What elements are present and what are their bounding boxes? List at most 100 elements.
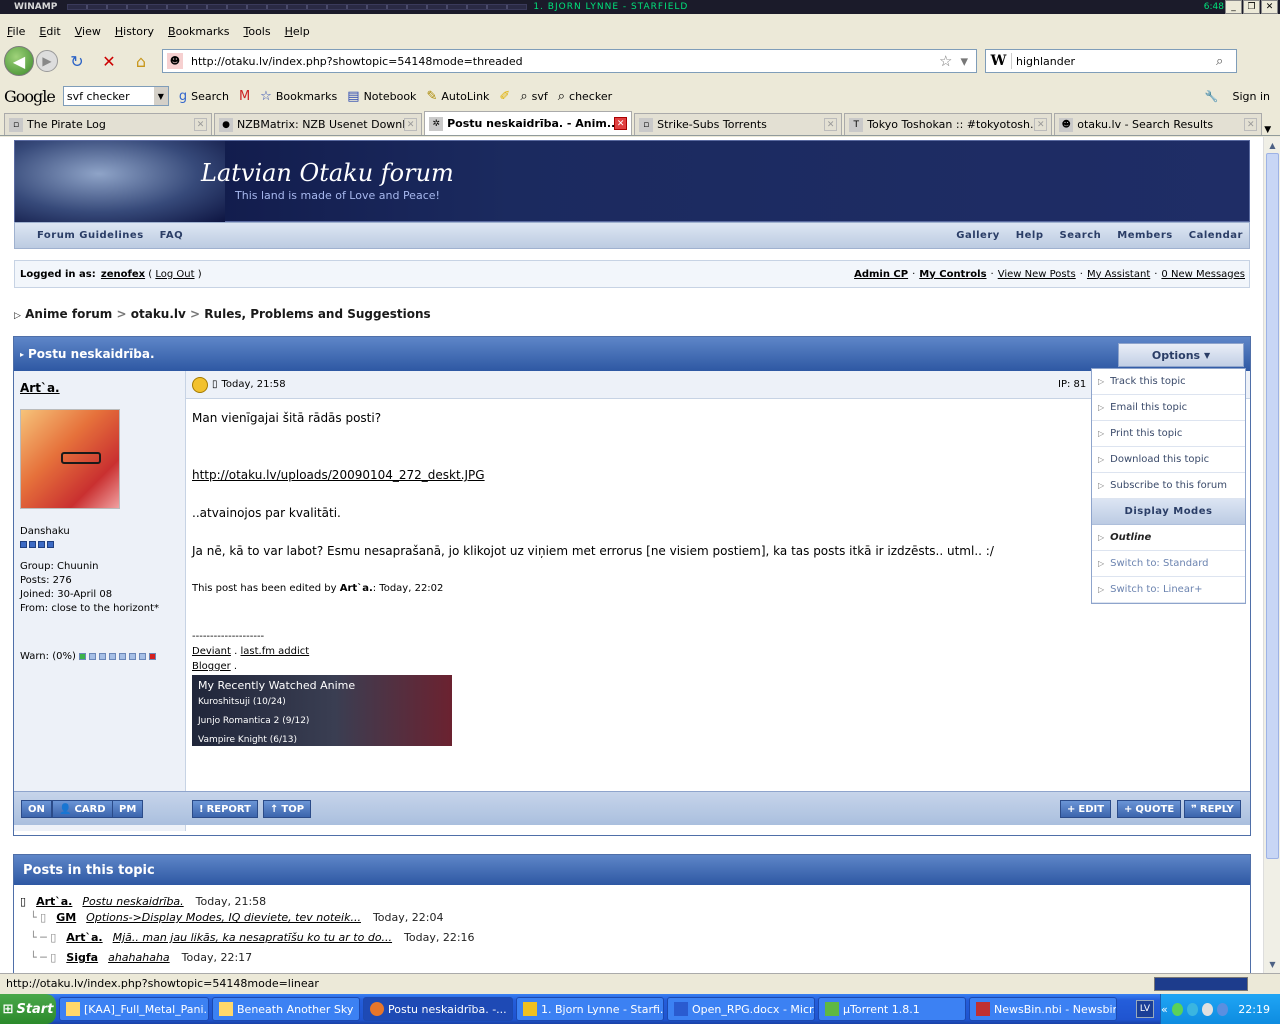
post-image-link[interactable]: http://otaku.lv/uploads/20090104_272_des… — [192, 468, 485, 482]
nav-forum-guidelines[interactable]: Forum Guidelines — [37, 230, 144, 241]
stop-button[interactable]: ✕ — [96, 48, 122, 74]
gmail-button[interactable]: M — [239, 89, 250, 104]
my-assistant-link[interactable]: My Assistant — [1087, 269, 1150, 280]
svf-search-term[interactable]: ⌕ svf — [520, 89, 547, 104]
close-icon[interactable]: ✕ — [1261, 0, 1278, 14]
online-button[interactable]: ON — [21, 800, 52, 818]
mode-outline-item[interactable]: Outline — [1092, 525, 1245, 551]
scroll-thumb[interactable] — [1266, 153, 1279, 859]
menu-edit[interactable]: Edit — [32, 25, 67, 38]
card-button[interactable]: 👤 CARD — [52, 800, 113, 818]
url-dropdown-icon[interactable]: ▾ — [960, 52, 976, 70]
email-topic-item[interactable]: Email this topic — [1092, 395, 1245, 421]
tray-icon[interactable] — [1171, 1002, 1183, 1016]
edit-button[interactable]: + EDIT — [1060, 800, 1112, 818]
bookmarks-button[interactable]: ☆ Bookmarks — [260, 89, 337, 104]
highlight-button[interactable]: ✐ — [499, 89, 510, 104]
deviant-link[interactable]: Deviant — [192, 646, 231, 657]
tray-icon[interactable] — [1186, 1002, 1199, 1016]
lastfm-link[interactable]: last.fm addict — [240, 646, 309, 657]
author-name[interactable]: Art`a. — [20, 381, 60, 395]
mode-linear-item[interactable]: Switch to: Linear+ — [1092, 577, 1245, 603]
task-full-metal-panic[interactable]: [KAA]_Full_Metal_Pani... — [59, 997, 209, 1021]
topic-post-row[interactable]: ▯ Art`a. Postu neskaidrība. Today, 21:58 — [20, 895, 266, 908]
minimize-icon[interactable]: _ — [1225, 0, 1242, 14]
menu-history[interactable]: History — [108, 25, 161, 38]
view-new-posts-link[interactable]: View New Posts — [998, 269, 1076, 280]
menu-help[interactable]: Help — [278, 25, 317, 38]
notebook-button[interactable]: ▤ Notebook — [347, 89, 416, 104]
task-winamp[interactable]: 1. Bjorn Lynne - Starfi... — [516, 997, 664, 1021]
start-button[interactable]: ⊞ Start — [0, 994, 56, 1024]
row-title[interactable]: Mjā.. man jau likās, ka nesapratīšu ko t… — [113, 931, 392, 944]
scroll-up-icon[interactable]: ▲ — [1266, 139, 1279, 152]
logout-link[interactable]: Log Out — [155, 269, 194, 280]
tab-close-icon[interactable]: ✕ — [614, 117, 628, 130]
nav-faq[interactable]: FAQ — [160, 230, 183, 241]
breadcrumb-rules[interactable]: Rules, Problems and Suggestions — [204, 307, 430, 321]
row-title[interactable]: Postu neskaidrība. — [82, 895, 183, 908]
tab-list-icon[interactable]: ▼ — [1264, 125, 1280, 135]
print-topic-item[interactable]: Print this topic — [1092, 421, 1245, 447]
task-word[interactable]: Open_RPG.docx - Micr... — [667, 997, 815, 1021]
scroll-down-icon[interactable]: ▼ — [1266, 958, 1279, 971]
forum-banner[interactable]: Latvian Otaku forum This land is made of… — [14, 140, 1250, 223]
google-search-button[interactable]: g Search — [179, 89, 229, 104]
blogger-link[interactable]: Blogger — [192, 661, 231, 672]
reply-button[interactable]: ❞ REPLY — [1184, 800, 1241, 818]
tab-tokyo-toshokan[interactable]: T Tokyo Toshokan :: #tokyotosh... ✕ — [844, 113, 1053, 135]
google-logo[interactable]: Google — [0, 87, 63, 106]
anime-banner[interactable]: My Recently Watched Anime Kuroshitsuji (… — [192, 675, 452, 746]
wikipedia-icon[interactable]: W — [986, 53, 1012, 69]
menu-tools[interactable]: Tools — [236, 25, 277, 38]
search-icon[interactable]: ⌕ — [1216, 54, 1236, 69]
tab-postu-neskaidriba[interactable]: ✲ Postu neskaidrība. - Anim... ✕ — [424, 111, 633, 135]
vertical-scrollbar[interactable]: ▲ ▼ — [1263, 137, 1280, 973]
task-newsbin[interactable]: NewsBin.nbi - Newsbin... — [969, 997, 1117, 1021]
language-indicator[interactable]: LV — [1136, 1000, 1154, 1018]
quote-button[interactable]: + QUOTE — [1117, 800, 1182, 818]
breadcrumb-anime-forum[interactable]: Anime forum — [25, 307, 112, 321]
top-button[interactable]: ↑ TOP — [263, 800, 312, 818]
home-button[interactable]: ⌂ — [128, 48, 154, 74]
warn-increase-icon[interactable] — [148, 653, 156, 660]
new-messages-link[interactable]: 0 New Messages — [1161, 269, 1245, 280]
row-author[interactable]: GM — [56, 911, 76, 924]
google-query-input[interactable]: svf checker ▼ — [62, 86, 169, 106]
tray-expand-icon[interactable]: « — [1161, 1003, 1168, 1016]
forward-button[interactable]: ▶ — [36, 50, 58, 72]
url-text[interactable]: http://otaku.lv/index.php?showtopic=5414… — [191, 55, 939, 68]
menu-view[interactable]: View — [68, 25, 108, 38]
chevron-down-icon[interactable]: ▼ — [153, 87, 168, 105]
checker-search-term[interactable]: ⌕ checker — [558, 89, 612, 104]
task-beneath-another-sky[interactable]: Beneath Another Sky — [212, 997, 360, 1021]
task-firefox[interactable]: Postu neskaidrība. -... — [363, 997, 513, 1021]
pm-button[interactable]: PM — [112, 800, 144, 818]
row-title[interactable]: ahahahaha — [108, 951, 170, 964]
topic-post-row[interactable]: └ ─ ▯ Sigfa ahahahaha Today, 22:17 — [30, 951, 252, 964]
back-button[interactable]: ◀ — [4, 46, 34, 76]
winamp-seek-bar[interactable] — [67, 4, 528, 10]
tab-close-icon[interactable]: ✕ — [824, 118, 838, 131]
menu-file[interactable]: File — [0, 25, 32, 38]
tray-icon[interactable] — [1202, 1002, 1214, 1016]
download-topic-item[interactable]: Download this topic — [1092, 447, 1245, 473]
mode-standard-item[interactable]: Switch to: Standard — [1092, 551, 1245, 577]
tab-close-icon[interactable]: ✕ — [194, 118, 208, 131]
subscribe-forum-item[interactable]: Subscribe to this forum — [1092, 473, 1245, 499]
wrench-icon[interactable]: 🔧 — [1205, 90, 1219, 103]
tab-close-icon[interactable]: ✕ — [1244, 118, 1258, 131]
menu-bookmarks[interactable]: Bookmarks — [161, 25, 236, 38]
row-author[interactable]: Art`a. — [36, 895, 72, 908]
breadcrumb-otaku-lv[interactable]: otaku.lv — [131, 307, 186, 321]
track-topic-item[interactable]: Track this topic — [1092, 369, 1245, 395]
topic-post-row[interactable]: └ ─ ▯ Art`a. Mjā.. man jau likās, ka nesap… — [30, 931, 475, 944]
warn-decrease-icon[interactable] — [78, 653, 86, 660]
tab-strike-subs[interactable]: ▫ Strike-Subs Torrents ✕ — [634, 113, 843, 135]
nav-calendar[interactable]: Calendar — [1189, 230, 1243, 241]
tab-nzbmatrix[interactable]: ● NZBMatrix: NZB Usenet Downl... ✕ — [214, 113, 423, 135]
nav-members[interactable]: Members — [1117, 230, 1172, 241]
row-title[interactable]: Options->Display Modes, IQ dieviete, tev… — [86, 911, 361, 924]
tab-pirate-log[interactable]: ▫ The Pirate Log ✕ — [4, 113, 213, 135]
tab-otaku-search[interactable]: ☻ otaku.lv - Search Results ✕ — [1054, 113, 1263, 135]
